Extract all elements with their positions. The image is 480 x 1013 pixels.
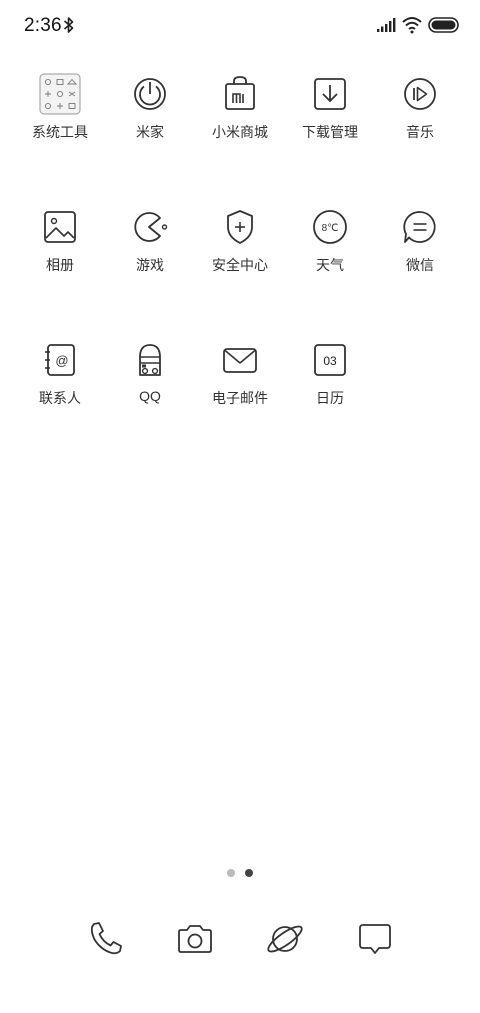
page-dot-1[interactable] bbox=[227, 869, 235, 877]
app-label: 系统工具 bbox=[32, 124, 88, 140]
app-wechat[interactable]: 微信 bbox=[375, 206, 465, 286]
dock-messages[interactable] bbox=[352, 916, 398, 962]
app-music[interactable]: 音乐 bbox=[375, 73, 465, 153]
app-downloads[interactable]: 下载管理 bbox=[285, 73, 375, 153]
app-label: 小米商城 bbox=[212, 124, 268, 140]
app-system-tools[interactable]: 系统工具 bbox=[15, 73, 105, 153]
messages-icon bbox=[352, 924, 398, 966]
app-email[interactable]: 电子邮件 bbox=[195, 339, 285, 419]
app-label: 游戏 bbox=[136, 257, 164, 273]
svg-text:8℃: 8℃ bbox=[322, 223, 339, 234]
app-qq[interactable]: QQ bbox=[105, 339, 195, 419]
app-games[interactable]: 游戏 bbox=[105, 206, 195, 286]
app-label: 微信 bbox=[406, 257, 434, 273]
pacman-game-icon bbox=[129, 206, 171, 248]
app-calendar[interactable]: 03 日历 bbox=[285, 339, 375, 419]
svg-text:@: @ bbox=[55, 353, 68, 368]
status-bar: 2:36 bbox=[0, 0, 480, 52]
app-weather[interactable]: 8℃ 天气 bbox=[285, 206, 375, 286]
download-icon bbox=[309, 73, 351, 115]
shopping-bag-icon bbox=[219, 73, 261, 115]
music-play-icon bbox=[399, 73, 441, 115]
shield-plus-icon bbox=[219, 206, 261, 248]
phone-icon bbox=[82, 922, 128, 966]
bluetooth-icon bbox=[63, 16, 75, 39]
app-label: 下载管理 bbox=[302, 124, 358, 140]
battery-icon bbox=[428, 17, 460, 38]
page-dot-2-active[interactable] bbox=[245, 869, 253, 877]
app-label: 日历 bbox=[316, 390, 344, 406]
app-label: 天气 bbox=[316, 257, 344, 273]
contacts-icon: @ bbox=[39, 339, 81, 381]
mail-icon bbox=[219, 339, 261, 381]
gallery-icon bbox=[39, 206, 81, 248]
folder-system-tools-icon bbox=[39, 73, 81, 115]
browser-planet-icon bbox=[262, 925, 308, 966]
svg-text:03: 03 bbox=[323, 354, 337, 368]
app-label: 安全中心 bbox=[212, 257, 268, 273]
status-time: 2:36 bbox=[24, 15, 62, 36]
app-mijia[interactable]: 米家 bbox=[105, 73, 195, 153]
app-security-center[interactable]: 安全中心 bbox=[195, 206, 285, 286]
app-gallery[interactable]: 相册 bbox=[15, 206, 105, 286]
chat-bubble-icon bbox=[399, 206, 441, 248]
power-icon bbox=[129, 73, 171, 115]
qq-icon bbox=[129, 339, 171, 381]
app-label: 联系人 bbox=[39, 390, 81, 406]
app-label: 相册 bbox=[46, 257, 74, 273]
cellular-signal-icon bbox=[377, 18, 397, 37]
camera-icon bbox=[172, 925, 218, 966]
app-label: 音乐 bbox=[406, 124, 434, 140]
dock-phone[interactable] bbox=[82, 916, 128, 962]
app-mi-store[interactable]: 小米商城 bbox=[195, 73, 285, 153]
app-label: QQ bbox=[139, 388, 161, 404]
wifi-icon bbox=[402, 16, 422, 39]
app-label: 米家 bbox=[136, 124, 164, 140]
dock-camera[interactable] bbox=[172, 916, 218, 962]
app-label: 电子邮件 bbox=[212, 390, 268, 406]
calendar-icon: 03 bbox=[309, 339, 351, 381]
weather-icon: 8℃ bbox=[309, 206, 351, 248]
page-indicator bbox=[0, 869, 480, 879]
app-contacts[interactable]: @ 联系人 bbox=[15, 339, 105, 419]
dock bbox=[0, 916, 480, 962]
dock-browser[interactable] bbox=[262, 916, 308, 962]
